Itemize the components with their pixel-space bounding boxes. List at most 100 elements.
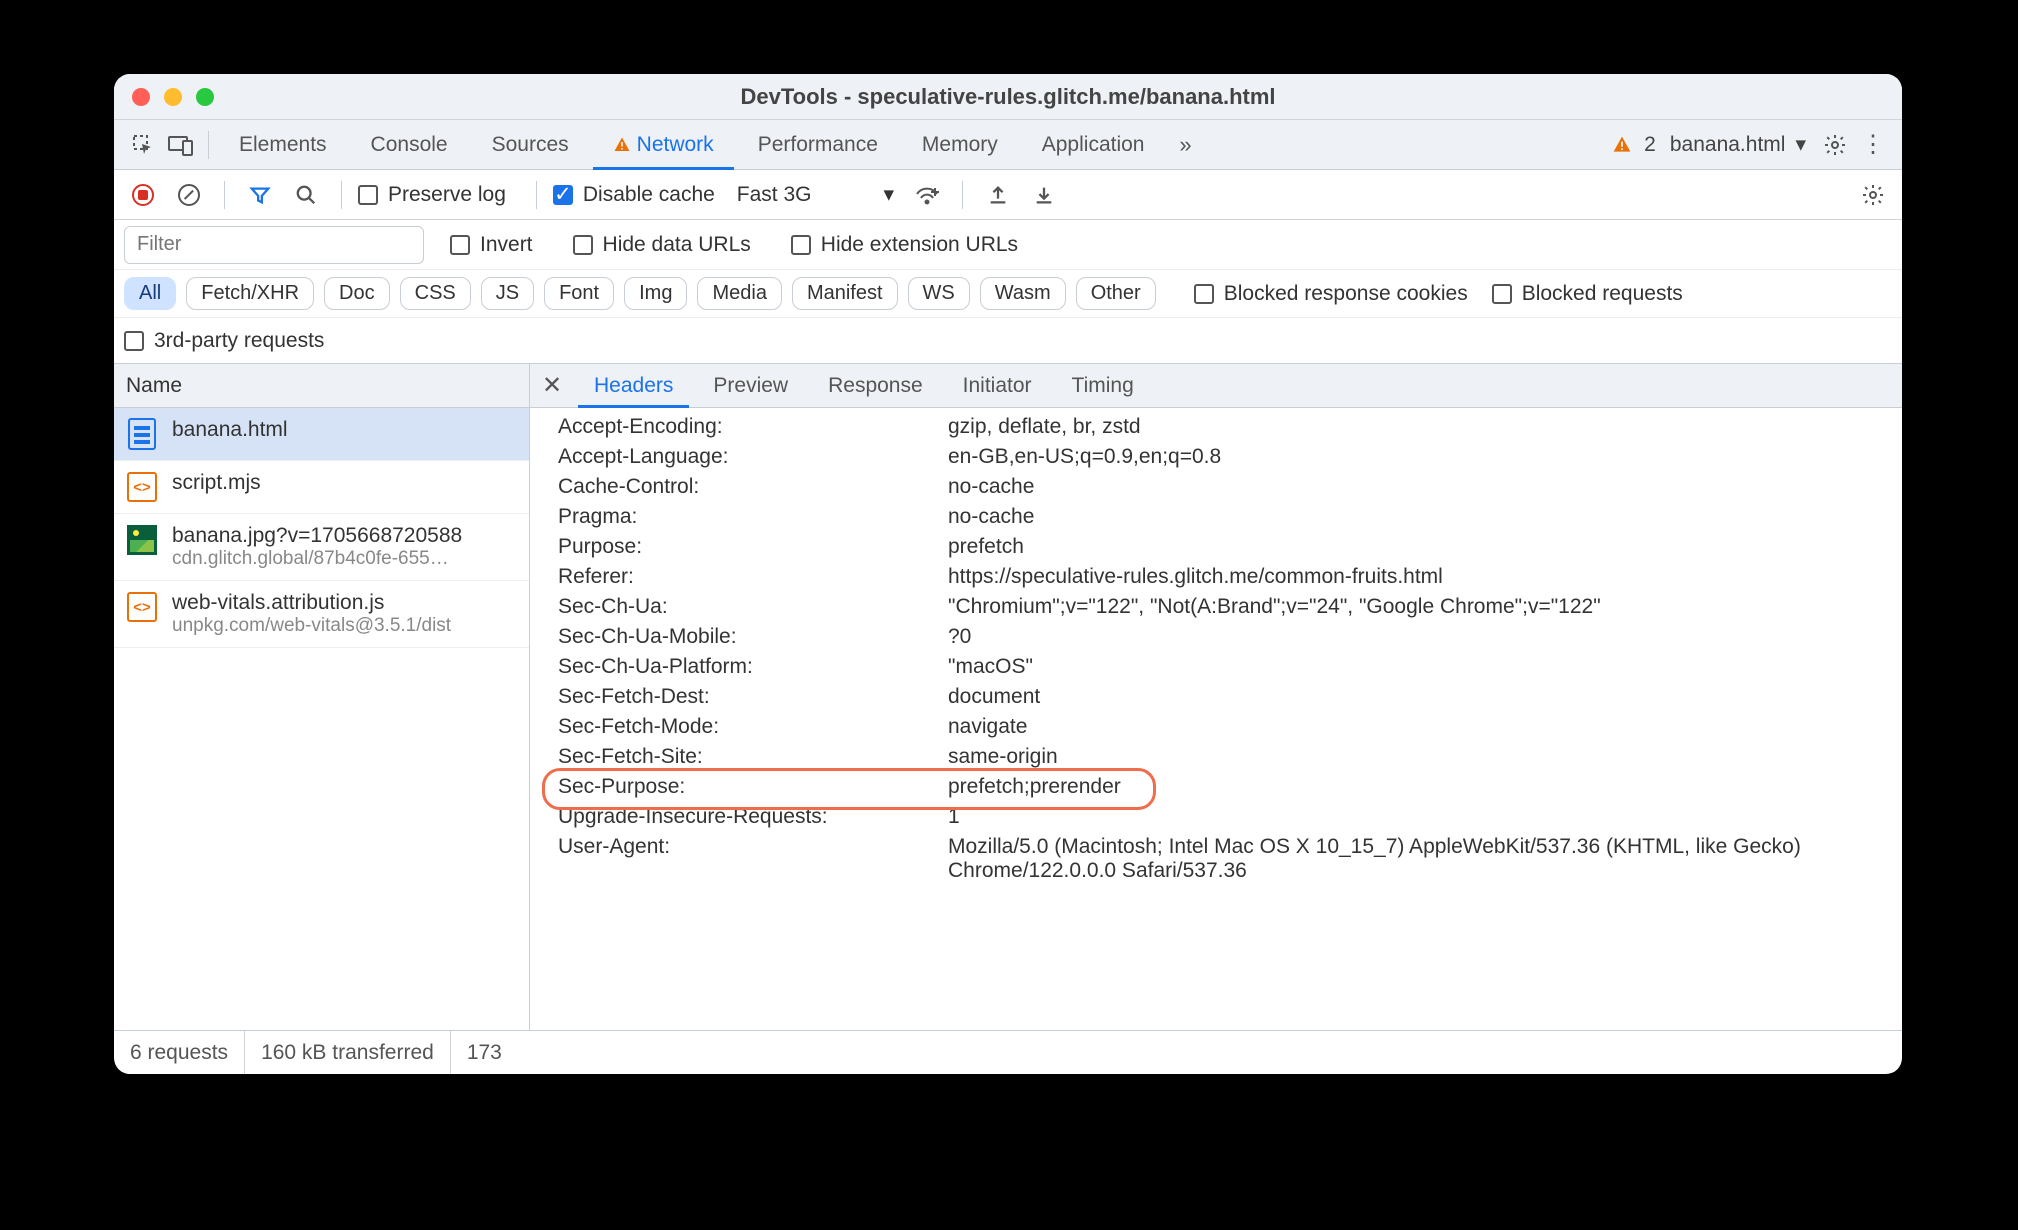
header-row: Accept-Language:en-GB,en-US;q=0.9,en;q=0…: [558, 442, 1902, 472]
issues-count[interactable]: 2: [1612, 133, 1656, 157]
request-row[interactable]: <>script.mjs: [114, 461, 529, 514]
img-icon: [126, 524, 158, 556]
hide-data-urls-checkbox[interactable]: Hide data URLs: [573, 233, 751, 257]
network-conditions-icon[interactable]: [908, 176, 946, 214]
blocked-cookies-checkbox[interactable]: Blocked response cookies: [1194, 282, 1468, 306]
detail-tab-preview[interactable]: Preview: [693, 364, 808, 407]
request-row[interactable]: banana.html: [114, 408, 529, 461]
type-pill-fetch-xhr[interactable]: Fetch/XHR: [186, 277, 314, 310]
tab-label: Memory: [922, 133, 998, 157]
js-icon: <>: [126, 471, 158, 503]
devtools-window: DevTools - speculative-rules.glitch.me/b…: [114, 74, 1902, 1074]
filter-icon[interactable]: [241, 176, 279, 214]
checkbox-icon: [1492, 284, 1512, 304]
type-pill-ws[interactable]: WS: [908, 277, 970, 310]
tab-application[interactable]: Application: [1020, 120, 1167, 169]
request-row[interactable]: banana.jpg?v=1705668720588cdn.glitch.glo…: [114, 514, 529, 581]
type-pill-all[interactable]: All: [124, 277, 176, 310]
blocked-requests-checkbox[interactable]: Blocked requests: [1492, 282, 1683, 306]
warning-icon: [613, 136, 631, 154]
preserve-log-checkbox[interactable]: Preserve log: [358, 183, 506, 207]
tab-label: Application: [1042, 133, 1145, 157]
header-row: Sec-Fetch-Dest:document: [558, 682, 1902, 712]
blocked-cookies-label: Blocked response cookies: [1224, 282, 1468, 306]
header-row: Pragma:no-cache: [558, 502, 1902, 532]
download-icon[interactable]: [1025, 176, 1063, 214]
js-icon: <>: [126, 591, 158, 623]
header-name: Pragma:: [558, 505, 948, 529]
kebab-icon[interactable]: ⋮: [1854, 126, 1892, 164]
headers-list[interactable]: Accept-Encoding:gzip, deflate, br, zstdA…: [530, 408, 1902, 1030]
name-header[interactable]: Name: [114, 364, 529, 408]
minimize-icon[interactable]: [164, 88, 182, 106]
detail-tabs: ✕ HeadersPreviewResponseInitiatorTiming: [530, 364, 1902, 408]
close-icon[interactable]: [132, 88, 150, 106]
tab-label: Network: [637, 133, 714, 157]
detail-tab-response[interactable]: Response: [808, 364, 943, 407]
chevron-down-icon: ▾: [884, 182, 895, 207]
type-pill-css[interactable]: CSS: [400, 277, 471, 310]
inspect-icon[interactable]: [124, 126, 162, 164]
tab-elements[interactable]: Elements: [217, 120, 349, 169]
upload-icon[interactable]: [979, 176, 1017, 214]
warning-icon: [1612, 135, 1632, 155]
tab-memory[interactable]: Memory: [900, 120, 1020, 169]
header-value: ?0: [948, 625, 1902, 649]
filter-input[interactable]: [124, 226, 424, 264]
device-icon[interactable]: [162, 126, 200, 164]
header-value: Mozilla/5.0 (Macintosh; Intel Mac OS X 1…: [948, 835, 1902, 883]
close-details-icon[interactable]: ✕: [530, 371, 574, 400]
target-select[interactable]: banana.html ▾: [1670, 132, 1806, 157]
checkbox-icon: [358, 185, 378, 205]
gear-icon[interactable]: [1816, 126, 1854, 164]
third-party-checkbox[interactable]: 3rd-party requests: [124, 329, 324, 353]
header-value: document: [948, 685, 1902, 709]
invert-checkbox[interactable]: Invert: [450, 233, 533, 257]
detail-tab-initiator[interactable]: Initiator: [943, 364, 1052, 407]
tab-console[interactable]: Console: [349, 120, 470, 169]
header-value: prefetch;prerender: [948, 775, 1902, 799]
tab-sources[interactable]: Sources: [470, 120, 591, 169]
type-pill-img[interactable]: Img: [624, 277, 687, 310]
header-row: Sec-Fetch-Site:same-origin: [558, 742, 1902, 772]
separator: [341, 181, 342, 209]
header-name: Accept-Encoding:: [558, 415, 948, 439]
type-pill-font[interactable]: Font: [544, 277, 614, 310]
header-name: Referer:: [558, 565, 948, 589]
status-bar: 6 requests 160 kB transferred 173: [114, 1030, 1902, 1074]
clear-button[interactable]: [170, 176, 208, 214]
header-name: Sec-Fetch-Dest:: [558, 685, 948, 709]
search-icon[interactable]: [287, 176, 325, 214]
network-body: Name banana.html<>script.mjsbanana.jpg?v…: [114, 364, 1902, 1030]
tab-label: Console: [371, 133, 448, 157]
status-transferred: 160 kB transferred: [245, 1031, 451, 1074]
type-pill-js[interactable]: JS: [481, 277, 534, 310]
tab-performance[interactable]: Performance: [736, 120, 900, 169]
panel-gear-icon[interactable]: [1854, 176, 1892, 214]
invert-label: Invert: [480, 233, 533, 257]
detail-tab-timing[interactable]: Timing: [1052, 364, 1154, 407]
zoom-icon[interactable]: [196, 88, 214, 106]
tab-network[interactable]: Network: [591, 120, 736, 169]
record-button[interactable]: [124, 176, 162, 214]
header-value: prefetch: [948, 535, 1902, 559]
request-row[interactable]: <> web-vitals.attribution.jsunpkg.com/web…: [114, 581, 529, 648]
hide-ext-urls-checkbox[interactable]: Hide extension URLs: [791, 233, 1018, 257]
detail-tab-headers[interactable]: Headers: [574, 364, 693, 407]
blocked-requests-label: Blocked requests: [1522, 282, 1683, 306]
separator: [208, 131, 209, 159]
disable-cache-checkbox[interactable]: ✓ Disable cache: [553, 183, 715, 207]
more-tabs-icon[interactable]: »: [1166, 126, 1204, 164]
type-pill-manifest[interactable]: Manifest: [792, 277, 898, 310]
header-row: Sec-Ch-Ua:"Chromium";v="122", "Not(A:Bra…: [558, 592, 1902, 622]
header-value: no-cache: [948, 475, 1902, 499]
type-pill-wasm[interactable]: Wasm: [980, 277, 1066, 310]
request-name: web-vitals.attribution.js: [172, 591, 451, 615]
header-name: Sec-Ch-Ua:: [558, 595, 948, 619]
type-pill-media[interactable]: Media: [697, 277, 781, 310]
request-domain: unpkg.com/web-vitals@3.5.1/dist: [172, 615, 451, 637]
header-value: "macOS": [948, 655, 1902, 679]
type-pill-doc[interactable]: Doc: [324, 277, 390, 310]
throttling-select[interactable]: Fast 3G ▾: [737, 182, 894, 207]
type-pill-other[interactable]: Other: [1076, 277, 1156, 310]
